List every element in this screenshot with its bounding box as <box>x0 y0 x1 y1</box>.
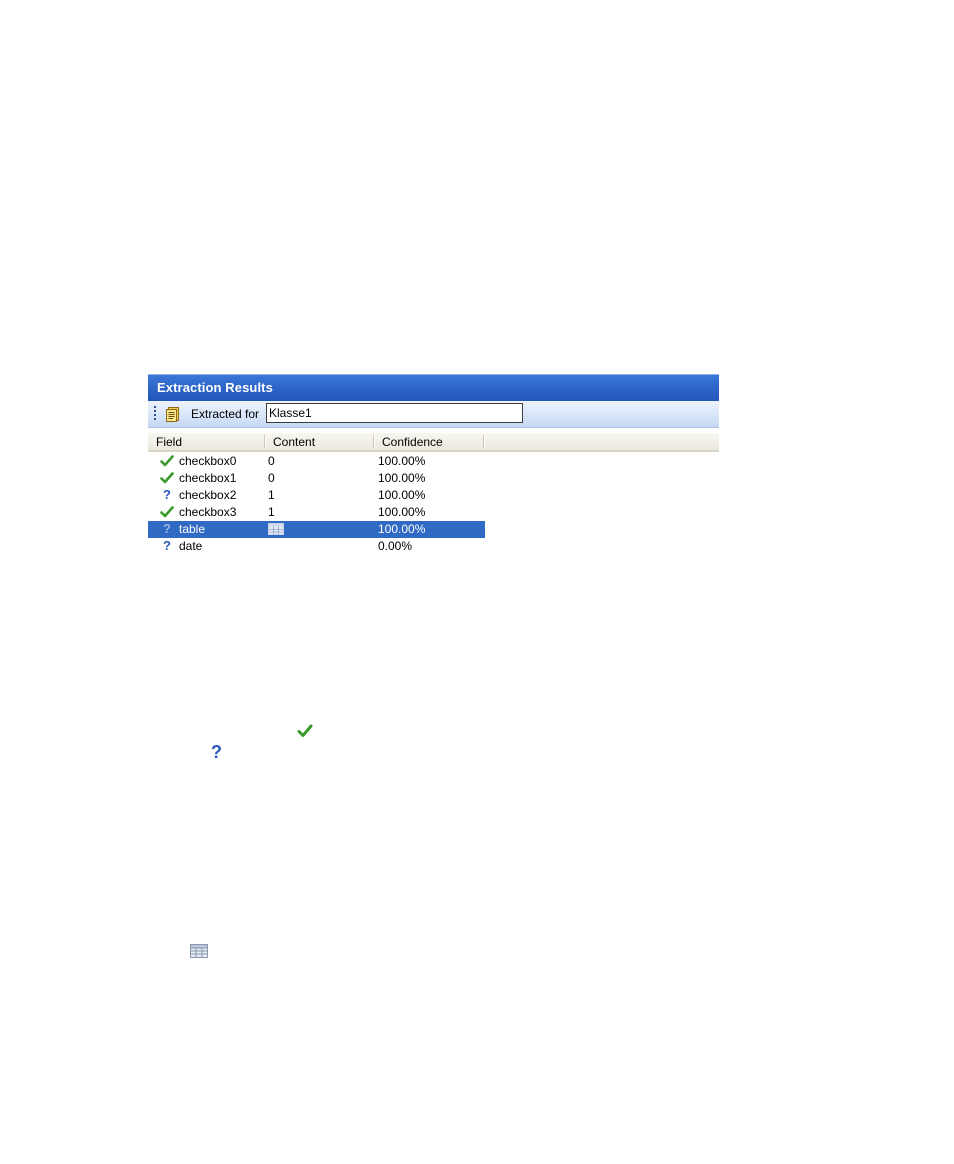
table-icon[interactable] <box>268 523 284 538</box>
question-icon: ? <box>211 742 222 762</box>
row-content: 1 <box>268 488 275 502</box>
extracted-for-label: Extracted for <box>191 407 260 421</box>
row-confidence: 0.00% <box>378 539 413 553</box>
row-field: date <box>179 539 203 553</box>
check-icon <box>160 505 174 519</box>
question-icon: ? <box>163 538 171 553</box>
table-row[interactable]: checkbox0 0 100.00% <box>148 453 485 470</box>
question-icon: ? <box>163 521 171 536</box>
table-icon <box>190 944 208 958</box>
row-confidence: 100.00% <box>378 454 426 468</box>
page: Extraction Results Extracted for Field C… <box>0 0 954 1164</box>
document-icon[interactable] <box>166 406 180 422</box>
row-field: table <box>179 522 206 536</box>
panel-toolbar: Extracted for <box>148 401 719 428</box>
row-confidence: 100.00% <box>378 505 426 519</box>
check-icon <box>160 471 174 485</box>
table-row[interactable]: ? checkbox2 1 100.00% <box>148 487 485 504</box>
row-content: 1 <box>268 505 275 519</box>
column-header-confidence[interactable]: Confidence <box>374 433 484 450</box>
check-icon <box>297 723 313 739</box>
row-field: checkbox1 <box>179 471 237 485</box>
column-header-content[interactable]: Content <box>265 433 374 450</box>
question-icon: ? <box>163 487 171 502</box>
row-field: checkbox0 <box>179 454 237 468</box>
toolbar-grip-handle[interactable] <box>154 406 157 422</box>
check-icon <box>160 454 174 468</box>
row-content: 0 <box>268 471 275 485</box>
row-confidence: 100.00% <box>378 488 426 502</box>
results-table-header: Field Content Confidence <box>148 433 719 452</box>
panel-title-bar: Extraction Results <box>148 374 719 401</box>
row-confidence: 100.00% <box>378 471 426 485</box>
row-content: 0 <box>268 454 275 468</box>
extraction-results-panel: Extraction Results Extracted for Field C… <box>148 374 719 558</box>
table-row-selected[interactable]: ? table 100.00% <box>148 521 485 538</box>
table-row[interactable]: checkbox1 0 100.00% <box>148 470 485 487</box>
extracted-for-field[interactable] <box>266 403 523 423</box>
column-header-field[interactable]: Field <box>148 433 265 450</box>
row-field: checkbox2 <box>179 488 237 502</box>
panel-title: Extraction Results <box>157 380 273 395</box>
row-field: checkbox3 <box>179 505 237 519</box>
table-row[interactable]: checkbox3 1 100.00% <box>148 504 485 521</box>
row-confidence: 100.00% <box>378 522 426 536</box>
table-row[interactable]: ? date 0.00% <box>148 538 485 555</box>
